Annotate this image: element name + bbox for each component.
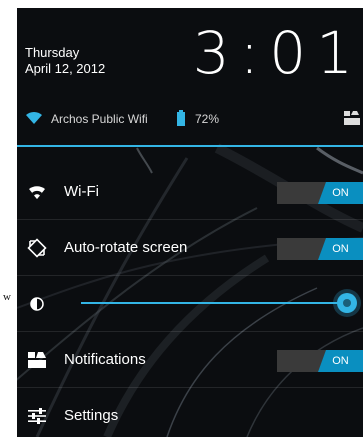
autorotate-row[interactable]: Auto-rotate screen ON (17, 220, 363, 276)
wifi-icon (26, 111, 42, 124)
battery-level: 72% (195, 112, 220, 126)
wifi-toggle-state: ON (318, 182, 363, 204)
date-label: April 12, 2012 (25, 61, 106, 76)
date-block: Thursday April 12, 2012 (25, 45, 105, 77)
stray-letter: w (3, 291, 11, 303)
notifications-toggle[interactable]: ON (277, 350, 363, 372)
autorotate-label: Auto-rotate screen (64, 239, 188, 256)
settings-row[interactable]: Settings (17, 388, 363, 437)
notifications-icon[interactable] (343, 109, 361, 127)
notifications-row[interactable]: Notifications ON (17, 332, 363, 388)
quick-settings-panel: Thursday April 12, 2012 3:01 Archos Publ… (17, 8, 363, 437)
notifications-toggle-state: ON (318, 350, 363, 372)
wifi-icon (29, 186, 45, 199)
notifications-label: Notifications (64, 351, 146, 368)
divider-accent (17, 145, 363, 147)
wifi-row[interactable]: Wi-Fi ON (17, 164, 363, 220)
day-label: Thursday (25, 45, 80, 60)
brightness-row (17, 276, 363, 332)
brightness-icon (30, 297, 44, 311)
autorotate-toggle[interactable]: ON (277, 238, 363, 260)
settings-label: Settings (64, 407, 119, 424)
autorotate-toggle-state: ON (318, 238, 363, 260)
brightness-slider-track[interactable] (81, 302, 347, 304)
battery-icon (177, 110, 185, 126)
wifi-label: Wi-Fi (64, 183, 99, 200)
brightness-slider-thumb[interactable] (337, 293, 357, 313)
clock-time: 3:01 (192, 19, 363, 87)
network-name: Archos Public Wifi (51, 112, 148, 126)
notifications-icon (28, 352, 46, 368)
page-margin (0, 0, 16, 437)
clock-area: Thursday April 12, 2012 3:01 (17, 8, 363, 94)
rotate-icon (27, 238, 47, 258)
wifi-toggle[interactable]: ON (277, 182, 363, 204)
status-row: Archos Public Wifi 72% (17, 104, 363, 134)
settings-sliders-icon (28, 408, 46, 424)
